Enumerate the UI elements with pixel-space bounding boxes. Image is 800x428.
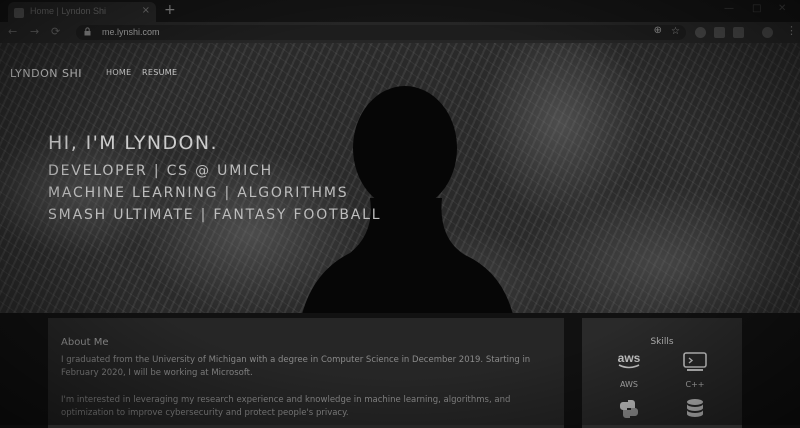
nav-resume-link[interactable]: RESUME (142, 68, 177, 77)
tab-title: Home | Lyndon Shi (30, 6, 107, 16)
profile-avatar-icon[interactable] (762, 27, 773, 38)
maximize-icon[interactable]: □ (752, 3, 761, 14)
hero-headline: HI, I'M LYNDON. (48, 132, 218, 154)
skills-card: Skills aws AWS C++ (582, 318, 742, 428)
terminal-icon (683, 352, 707, 371)
svg-text:aws: aws (618, 351, 641, 365)
hero-banner: LYNDON SHI HOME RESUME HI, I'M LYNDON. D… (0, 43, 800, 313)
hero-line: SMASH ULTIMATE | FANTASY FOOTBALL (48, 207, 382, 223)
address-bar[interactable]: me.lynshi.com ⊕ ☆ (76, 25, 686, 40)
url-text: me.lynshi.com (102, 27, 160, 37)
site-brand[interactable]: LYNDON SHI (10, 67, 82, 80)
about-paragraph: I'm interested in leveraging my research… (61, 395, 511, 418)
skills-title: Skills (650, 337, 674, 347)
database-icon (687, 399, 703, 417)
aws-icon: aws (618, 351, 641, 369)
extension-icon[interactable] (733, 27, 744, 38)
zoom-icon[interactable]: ⊕ (654, 25, 662, 36)
lock-icon (84, 27, 91, 36)
minimize-icon[interactable]: — (724, 3, 734, 14)
browser-tab[interactable]: Home | Lyndon Shi × (8, 2, 156, 22)
skill-label: AWS (619, 380, 639, 389)
about-me-card: About Me I graduated from the University… (48, 318, 564, 428)
tab-close-button[interactable]: × (142, 5, 150, 16)
back-button[interactable]: ← (8, 25, 17, 38)
close-window-icon[interactable]: ✕ (778, 3, 786, 14)
nav-home-link[interactable]: HOME (106, 68, 131, 77)
extension-icon[interactable] (714, 27, 725, 38)
browser-tab-bar: Home | Lyndon Shi × + — □ ✕ (0, 0, 800, 22)
new-tab-button[interactable]: + (164, 2, 176, 18)
browser-menu-icon[interactable]: ⋮ (786, 24, 797, 37)
browser-toolbar: ← → ⟳ me.lynshi.com ⊕ ☆ (0, 22, 800, 43)
hero-line: DEVELOPER | CS @ UMICH (48, 163, 273, 179)
skill-label: C++ (685, 380, 705, 389)
about-title: About Me (61, 337, 109, 348)
favicon-icon (14, 8, 24, 18)
python-icon (620, 400, 638, 418)
content-section: About Me I graduated from the University… (0, 313, 800, 428)
about-paragraph: I graduated from the University of Michi… (61, 355, 531, 378)
reload-button[interactable]: ⟳ (51, 25, 60, 38)
forward-button[interactable]: → (30, 25, 39, 38)
hero-line: MACHINE LEARNING | ALGORITHMS (48, 185, 349, 201)
bookmark-star-icon[interactable]: ☆ (671, 26, 680, 37)
extension-icon[interactable] (695, 27, 706, 38)
